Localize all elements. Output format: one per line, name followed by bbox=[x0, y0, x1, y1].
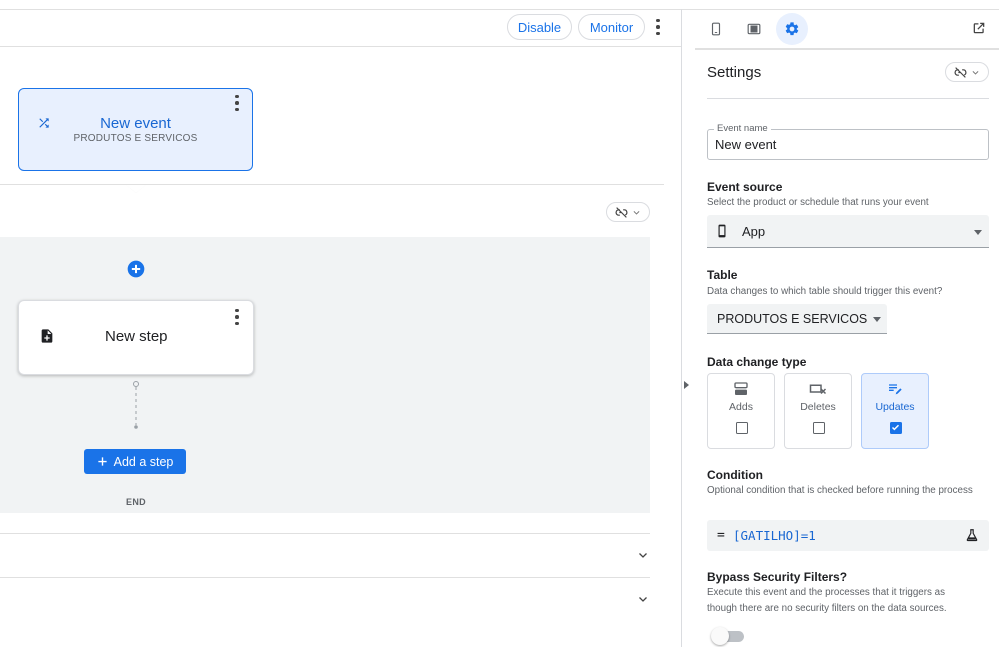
more-options-icon[interactable] bbox=[648, 15, 668, 39]
event-source-title: Event source bbox=[707, 180, 783, 194]
monitor-button[interactable]: Monitor bbox=[578, 14, 645, 40]
phone-preview-tab[interactable] bbox=[700, 13, 732, 45]
panel-collapse-arrow-icon[interactable] bbox=[684, 381, 689, 389]
table-value: PRODUTOS E SERVICOS bbox=[717, 312, 868, 326]
row-delete-icon bbox=[809, 384, 827, 395]
panel-title: Settings bbox=[707, 64, 762, 81]
phone-icon bbox=[711, 22, 721, 36]
event-source-select[interactable]: App bbox=[707, 215, 989, 248]
adds-checkbox[interactable] bbox=[736, 422, 748, 434]
note-add-icon bbox=[41, 329, 53, 343]
plus-icon bbox=[97, 457, 107, 466]
checkmark-icon bbox=[891, 424, 900, 431]
settings-tab[interactable] bbox=[776, 13, 808, 45]
change-type-deletes[interactable]: Deletes bbox=[784, 373, 852, 449]
settings-link-chip[interactable] bbox=[945, 62, 989, 82]
disable-button[interactable]: Disable bbox=[507, 14, 572, 40]
settings-divider bbox=[707, 98, 989, 99]
link-off-icon bbox=[954, 66, 967, 78]
add-circle-icon[interactable] bbox=[126, 259, 146, 279]
add-step-label: Add a step bbox=[113, 454, 174, 469]
monitor-button-label: Monitor bbox=[589, 19, 634, 35]
deletes-label: Deletes bbox=[800, 401, 836, 413]
top-divider bbox=[0, 9, 999, 10]
change-type-adds[interactable]: Adds bbox=[707, 373, 775, 449]
expand-section-icon[interactable] bbox=[637, 549, 649, 561]
bypass-description: Execute this event and the processes tha… bbox=[707, 587, 947, 614]
bypass-toggle-knob[interactable] bbox=[711, 627, 729, 645]
event-card[interactable]: New event PRODUTOS E SERVICOS bbox=[18, 88, 253, 171]
flask-test-icon[interactable] bbox=[965, 528, 979, 542]
add-step-button[interactable]: Add a step bbox=[84, 449, 186, 474]
edit-note-icon bbox=[889, 384, 902, 395]
link-off-icon bbox=[615, 206, 628, 218]
condition-equals-sign: = bbox=[717, 528, 725, 543]
panel-tabbar-divider bbox=[695, 48, 999, 50]
table-select[interactable]: PRODUTOS E SERVICOS bbox=[707, 304, 887, 334]
updates-label: Updates bbox=[875, 401, 915, 413]
tablet-preview-tab[interactable] bbox=[738, 13, 770, 45]
chevron-down-icon bbox=[972, 70, 979, 75]
event-name-label: Event name bbox=[714, 123, 771, 134]
step-card-title: New step bbox=[105, 328, 168, 345]
change-type-updates[interactable]: Updates bbox=[861, 373, 929, 449]
panel-divider[interactable] bbox=[681, 9, 682, 647]
event-card-menu-icon[interactable] bbox=[227, 91, 247, 115]
end-label: END bbox=[126, 497, 146, 507]
event-name-input[interactable]: New event bbox=[715, 137, 776, 152]
event-card-pointer-fill bbox=[126, 185, 146, 193]
expand-section-icon[interactable] bbox=[637, 593, 649, 605]
condition-title: Condition bbox=[707, 468, 763, 482]
dropdown-caret-icon bbox=[873, 317, 881, 322]
step-connector bbox=[133, 381, 139, 429]
collapsed-section-divider bbox=[0, 577, 650, 578]
table-title: Table bbox=[707, 268, 738, 282]
section-divider bbox=[0, 184, 664, 185]
event-card-subtitle: PRODUTOS E SERVICOS bbox=[73, 133, 198, 144]
toolbar-divider bbox=[0, 46, 681, 47]
condition-expression[interactable]: [GATILHO]=1 bbox=[733, 528, 816, 543]
tablet-icon bbox=[747, 23, 761, 35]
step-card-menu-icon[interactable] bbox=[227, 305, 247, 329]
updates-checkbox[interactable] bbox=[890, 422, 902, 434]
event-source-description: Select the product or schedule that runs… bbox=[707, 197, 929, 208]
phone-icon bbox=[718, 224, 726, 238]
settings-gear-icon bbox=[785, 22, 799, 36]
table-rows-icon bbox=[734, 382, 748, 395]
table-description: Data changes to which table should trigg… bbox=[707, 286, 943, 297]
chevron-down-icon bbox=[633, 210, 640, 215]
step-card[interactable]: New step bbox=[18, 300, 254, 375]
event-source-value: App bbox=[742, 224, 766, 239]
adds-label: Adds bbox=[729, 401, 753, 413]
data-change-type-title: Data change type bbox=[707, 355, 807, 369]
collapsed-section-divider bbox=[0, 533, 650, 534]
condition-description: Optional condition that is checked befor… bbox=[707, 485, 973, 496]
dropdown-caret-icon bbox=[974, 230, 982, 235]
disable-button-label: Disable bbox=[517, 19, 562, 35]
open-in-new-icon[interactable] bbox=[972, 21, 986, 35]
event-card-title: New event bbox=[100, 115, 171, 132]
deletes-checkbox[interactable] bbox=[813, 422, 825, 434]
link-chip[interactable] bbox=[606, 202, 650, 222]
bypass-title: Bypass Security Filters? bbox=[707, 570, 848, 584]
